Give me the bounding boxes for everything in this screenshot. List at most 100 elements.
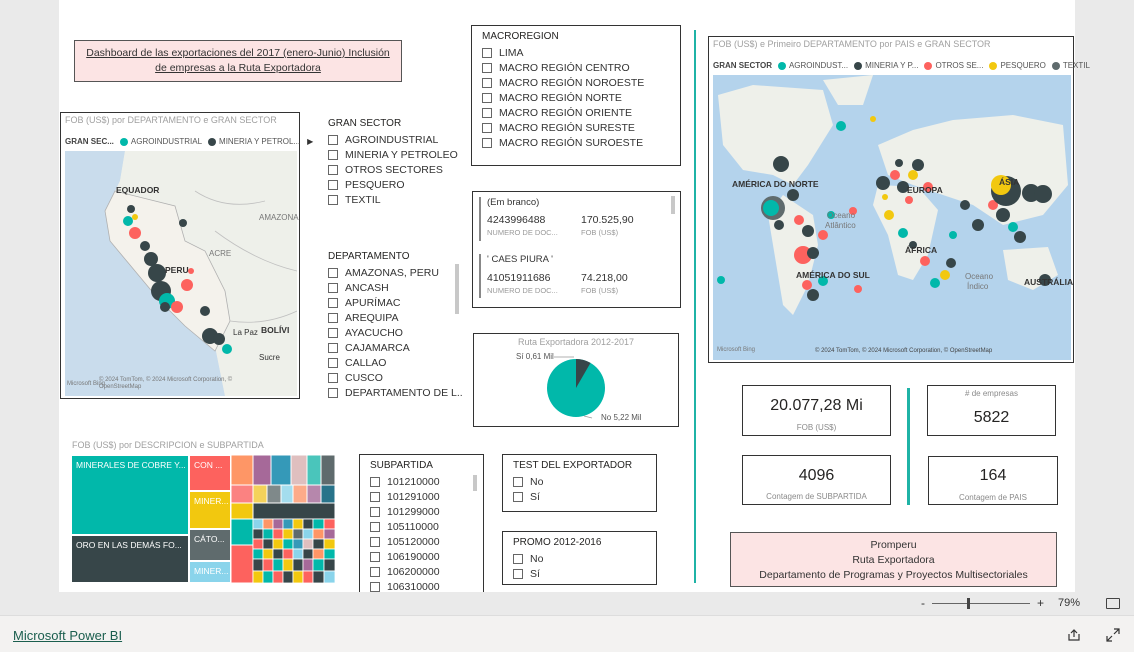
legend-next-arrow-icon[interactable]: ▶ <box>307 137 313 146</box>
departamento-option[interactable]: APURÍMAC <box>328 297 400 309</box>
legend-label[interactable]: MINERIA Y P... <box>865 61 918 70</box>
checkbox[interactable] <box>328 313 338 323</box>
test-exportador-option[interactable]: No <box>513 476 543 488</box>
subpartida-option[interactable]: 105110000 <box>370 521 439 533</box>
checkbox[interactable] <box>328 358 338 368</box>
checkbox[interactable] <box>328 283 338 293</box>
departamento-option[interactable]: AYACUCHO <box>328 327 403 339</box>
fullscreen-icon[interactable] <box>1106 628 1120 642</box>
fit-to-page-icon[interactable] <box>1106 598 1120 609</box>
macroregion-option[interactable]: MACRO REGIÓN CENTRO <box>482 62 630 74</box>
checkbox[interactable] <box>370 537 380 547</box>
test-exportador-option[interactable]: Sí <box>513 491 540 503</box>
company-list-scrollbar[interactable] <box>671 196 675 214</box>
treemap-cell-catodo[interactable]: CÁTO... <box>189 529 231 561</box>
macroregion-option[interactable]: MACRO REGIÓN SURESTE <box>482 122 635 134</box>
checkbox[interactable] <box>328 268 338 278</box>
checkbox[interactable] <box>482 63 492 73</box>
powerbi-brand-link[interactable]: Microsoft Power BI <box>13 628 122 643</box>
treemap-cell-oro[interactable]: ORO EN LAS DEMÁS FO... <box>71 535 189 583</box>
gran-sector-option[interactable]: OTROS SECTORES <box>328 164 443 176</box>
option-label: CAJAMARCA <box>345 342 410 354</box>
macroregion-option[interactable]: MACRO REGIÓN ORIENTE <box>482 107 632 119</box>
checkbox[interactable] <box>328 343 338 353</box>
checkbox[interactable] <box>482 123 492 133</box>
treemap-small-cells[interactable] <box>231 455 339 583</box>
checkbox[interactable] <box>513 569 523 579</box>
checkbox[interactable] <box>328 328 338 338</box>
checkbox[interactable] <box>482 108 492 118</box>
zoom-slider-track[interactable] <box>932 603 1030 604</box>
gran-sector-option[interactable]: PESQUERO <box>328 179 405 191</box>
ruta-pie-visual[interactable]: Ruta Exportadora 2012-2017 Sí 0,61 Mil N… <box>473 333 679 427</box>
zoom-slider-thumb[interactable] <box>967 598 970 609</box>
gran-sector-option[interactable]: TEXTIL <box>328 194 381 206</box>
checkbox[interactable] <box>370 582 380 592</box>
subpartida-option[interactable]: 105120000 <box>370 536 440 548</box>
checkbox[interactable] <box>370 507 380 517</box>
checkbox[interactable] <box>328 298 338 308</box>
checkbox[interactable] <box>370 492 380 502</box>
gran-sector-option[interactable]: AGROINDUSTRIAL <box>328 134 438 146</box>
checkbox[interactable] <box>328 150 338 160</box>
departamento-option[interactable]: ANCASH <box>328 282 389 294</box>
checkbox[interactable] <box>482 78 492 88</box>
subpartida-option[interactable]: 101291000 <box>370 491 440 503</box>
share-icon[interactable] <box>1067 628 1081 642</box>
promo-option[interactable]: Sí <box>513 568 540 580</box>
subpartida-scrollbar[interactable] <box>473 475 477 491</box>
ruta-pie-chart[interactable] <box>474 334 680 428</box>
legend-label-mineria[interactable]: MINERIA Y PETROL... <box>219 137 300 146</box>
legend-label[interactable]: AGROINDUST... <box>789 61 848 70</box>
checkbox[interactable] <box>482 138 492 148</box>
checkbox[interactable] <box>513 477 523 487</box>
subpartida-option[interactable]: 101299000 <box>370 506 440 518</box>
departamento-option[interactable]: CUSCO <box>328 372 383 384</box>
legend-label[interactable]: OTROS SE... <box>935 61 983 70</box>
subpartida-option[interactable]: 106190000 <box>370 551 440 563</box>
macroregion-option[interactable]: MACRO REGIÓN NOROESTE <box>482 77 644 89</box>
checkbox[interactable] <box>482 93 492 103</box>
departamento-option[interactable]: CALLAO <box>328 357 386 369</box>
zoom-in-button[interactable]: + <box>1037 596 1044 610</box>
checkbox[interactable] <box>370 477 380 487</box>
legend-label-agro[interactable]: AGROINDUSTRIAL <box>131 137 202 146</box>
departamento-option[interactable]: CAJAMARCA <box>328 342 410 354</box>
treemap-cell-miner2[interactable]: MINER... <box>189 561 231 583</box>
checkbox[interactable] <box>513 554 523 564</box>
world-map-visual[interactable]: FOB (US$) e Primeiro DEPARTAMENTO por PA… <box>708 36 1090 363</box>
checkbox[interactable] <box>328 195 338 205</box>
checkbox[interactable] <box>328 165 338 175</box>
departamento-option[interactable]: AREQUIPA <box>328 312 398 324</box>
departamento-scrollbar[interactable] <box>455 264 459 314</box>
macroregion-option[interactable]: MACRO REGIÓN SUROESTE <box>482 137 643 149</box>
zoom-out-button[interactable]: - <box>921 596 925 610</box>
checkbox[interactable] <box>328 135 338 145</box>
gran-sector-option[interactable]: MINERIA Y PETROLEO <box>328 149 458 161</box>
departamento-option[interactable]: DEPARTAMENTO DE L... <box>328 387 463 399</box>
checkbox[interactable] <box>370 567 380 577</box>
checkbox[interactable] <box>370 552 380 562</box>
legend-label[interactable]: PESQUERO <box>1000 61 1045 70</box>
treemap-cell-con[interactable]: CON ... <box>189 455 231 491</box>
department-map-visual[interactable]: FOB (US$) por DEPARTAMENTO e GRAN SECTOR… <box>60 112 313 399</box>
checkbox[interactable] <box>328 373 338 383</box>
promo-option[interactable]: No <box>513 553 543 565</box>
subpartida-option[interactable]: 106310000 <box>370 581 440 592</box>
macroregion-option[interactable]: LIMA <box>482 47 524 59</box>
checkbox[interactable] <box>328 180 338 190</box>
subpartida-option[interactable]: 106200000 <box>370 566 440 578</box>
macroregion-option[interactable]: MACRO REGIÓN NORTE <box>482 92 622 104</box>
treemap-visual[interactable]: MINERALES DE COBRE Y... ORO EN LAS DEMÁS… <box>71 455 339 583</box>
checkbox[interactable] <box>482 48 492 58</box>
treemap-cell-cobre[interactable]: MINERALES DE COBRE Y... <box>71 455 189 535</box>
subpartida-option[interactable]: 101210000 <box>370 476 440 488</box>
legend-label[interactable]: TEXTIL <box>1063 61 1090 70</box>
departamento-option[interactable]: AMAZONAS, PERU <box>328 267 439 279</box>
checkbox[interactable] <box>513 492 523 502</box>
checkbox[interactable] <box>328 388 338 398</box>
checkbox[interactable] <box>370 522 380 532</box>
world-map-canvas[interactable] <box>713 75 1071 360</box>
report-title[interactable]: Dashboard de las exportaciones del 2017 … <box>81 46 395 76</box>
treemap-cell-miner1[interactable]: MINER... <box>189 491 231 529</box>
